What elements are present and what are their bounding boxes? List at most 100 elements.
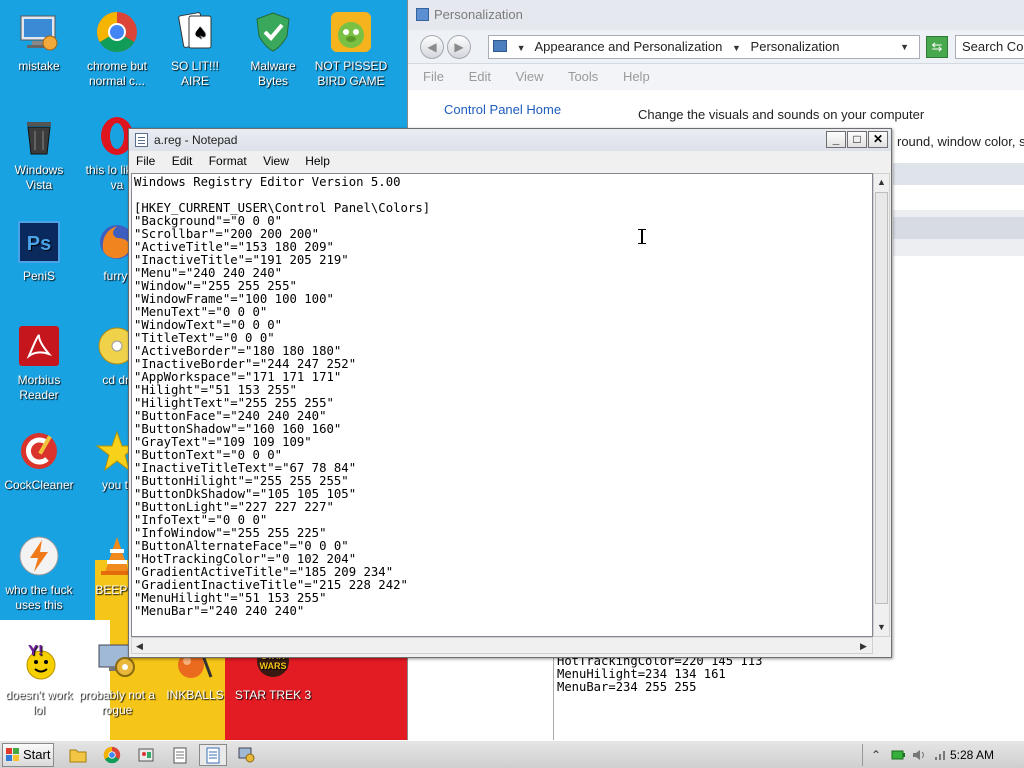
menu-edit[interactable]: Edit <box>172 154 193 168</box>
notepad-title-bar[interactable]: a.reg - Notepad _ □ ✕ <box>129 129 891 151</box>
section-band <box>893 163 1024 185</box>
start-label: Start <box>23 747 51 762</box>
search-input[interactable]: Search Con <box>955 35 1024 59</box>
notepad-icon <box>135 133 148 147</box>
background-text-document: HotTrackingColor=220 145 113 MenuHilight… <box>553 652 1024 740</box>
desktop-icon-chrome[interactable]: chrome but normal c... <box>78 8 156 89</box>
chevron-down-icon[interactable]: ▼ <box>732 43 741 53</box>
yahoo-messenger-icon: Y! <box>15 637 63 685</box>
menu-edit[interactable]: Edit <box>469 69 491 84</box>
back-button[interactable]: ◀ <box>420 35 444 59</box>
desktop-icon-yahoo-messenger[interactable]: Y! doesn't work lol <box>0 637 78 718</box>
resize-grip[interactable] <box>873 637 890 654</box>
address-dropdown-icon[interactable]: ▼ <box>900 42 909 52</box>
taskbar-clock[interactable]: 5:28 AM <box>950 748 994 762</box>
desktop-icon-malwarebytes[interactable]: Malware Bytes <box>234 8 312 89</box>
desktop-icon-solitaire[interactable]: ♠ SO LIT!!! AIRE <box>156 8 234 89</box>
notepad-icon <box>173 747 187 764</box>
maximize-button[interactable]: □ <box>847 131 867 148</box>
taskbar-control-panel-button[interactable] <box>233 744 261 766</box>
desktop-icon-ccleaner[interactable]: CockCleaner <box>0 427 78 493</box>
address-bar-row: ◀ ▶ ▼ Appearance and Personalization ▼ P… <box>408 30 1024 64</box>
solitaire-icon: ♠ <box>171 8 219 56</box>
horizontal-scrollbar[interactable]: ◀ ▶ <box>131 637 873 654</box>
chevron-down-icon[interactable]: ▼ <box>517 43 526 53</box>
notepad-window[interactable]: a.reg - Notepad _ □ ✕ File Edit Format V… <box>128 128 892 658</box>
desktop-icon-morbius-reader[interactable]: Morbius Reader <box>0 322 78 403</box>
taskbar-notepad-button[interactable] <box>166 744 194 766</box>
forward-button[interactable]: ▶ <box>447 35 471 59</box>
breadcrumb-item[interactable]: Appearance and Personalization <box>534 39 722 54</box>
show-hidden-icons-icon[interactable]: ⌃ <box>867 746 885 764</box>
refresh-button[interactable]: ⇆ <box>926 36 948 58</box>
lightning-icon <box>15 532 63 580</box>
volume-icon[interactable] <box>910 746 928 764</box>
pdf-reader-icon <box>15 322 63 370</box>
svg-text:Ps: Ps <box>27 233 51 255</box>
menu-help[interactable]: Help <box>305 154 330 168</box>
network-icon[interactable] <box>931 746 949 764</box>
menu-tools[interactable]: Tools <box>568 69 598 84</box>
menu-file[interactable]: File <box>136 154 155 168</box>
notepad-title: a.reg - Notepad <box>154 133 238 147</box>
computer-icon <box>15 8 63 56</box>
desktop-icon-label: doesn't work lol <box>5 688 73 717</box>
menu-file[interactable]: File <box>423 69 444 84</box>
window-title: Personalization <box>434 7 523 22</box>
notepad-menu-bar: File Edit Format View Help <box>129 151 891 171</box>
scroll-down-icon[interactable]: ▼ <box>874 619 889 636</box>
desktop-icon-photoshop[interactable]: Ps PeniS <box>0 218 78 284</box>
scrollbar-thumb[interactable] <box>875 192 888 604</box>
desktop-icon-windows-vista[interactable]: Windows Vista <box>0 112 78 193</box>
registry-file-content[interactable]: Windows Registry Editor Version 5.00 [HK… <box>132 174 872 618</box>
taskbar-explorer-button[interactable] <box>64 744 92 766</box>
svg-text:WARS: WARS <box>260 661 287 671</box>
bird-game-icon <box>327 8 375 56</box>
chrome-icon <box>93 8 141 56</box>
chrome-icon <box>103 746 121 764</box>
scroll-up-icon[interactable]: ▲ <box>874 174 889 191</box>
partial-link-text[interactable]: round, window color, s <box>897 134 1024 149</box>
taskbar-paint-button[interactable] <box>132 744 160 766</box>
ccleaner-icon <box>15 427 63 475</box>
desktop-icon-label: probably not a rogue <box>78 688 156 717</box>
vertical-scrollbar[interactable]: ▲ ▼ <box>873 173 890 637</box>
taskbar-chrome-button[interactable] <box>98 744 126 766</box>
minimize-button[interactable]: _ <box>826 131 846 148</box>
menu-help[interactable]: Help <box>623 69 650 84</box>
desktop-icon-label: Morbius Reader <box>17 373 61 402</box>
desktop-icon-label: Malware Bytes <box>250 59 296 88</box>
desktop-icon-label: STAR TREK 3 <box>234 688 312 702</box>
desktop-icon-label: NOT PISSED BIRD GAME <box>314 59 388 88</box>
text-editor-area[interactable]: Windows Registry Editor Version 5.00 [HK… <box>131 173 873 637</box>
menu-view[interactable]: View <box>263 154 289 168</box>
scroll-left-icon[interactable]: ◀ <box>132 638 147 655</box>
scroll-right-icon[interactable]: ▶ <box>856 638 871 655</box>
personalization-menu-bar: File Edit View Tools Help <box>408 64 1024 90</box>
personalization-title-bar[interactable]: Personalization <box>408 0 1024 30</box>
tray-separator <box>862 744 863 766</box>
taskbar-notepad-active-button[interactable] <box>199 744 227 766</box>
document-icon <box>206 747 220 764</box>
photoshop-icon: Ps <box>15 218 63 266</box>
menu-format[interactable]: Format <box>209 154 247 168</box>
desktop-icon-label: PeniS <box>22 269 56 283</box>
desktop-icon-label: SO LIT!!! AIRE <box>170 59 219 88</box>
desktop-icon-lightning[interactable]: who the fuck uses this <box>0 532 78 613</box>
menu-view[interactable]: View <box>516 69 544 84</box>
desktop-icon-bird-game[interactable]: NOT PISSED BIRD GAME <box>312 8 390 89</box>
svg-text:Y!: Y! <box>28 642 43 659</box>
section-band <box>893 217 1024 239</box>
svg-text:♠: ♠ <box>193 23 207 42</box>
desktop-icon-label: mistake <box>18 59 60 73</box>
desktop-icon-mistake[interactable]: mistake <box>0 8 78 74</box>
battery-icon[interactable] <box>889 746 907 764</box>
address-bar[interactable]: ▼ Appearance and Personalization ▼ Perso… <box>488 35 920 59</box>
control-panel-home-link[interactable]: Control Panel Home <box>444 102 561 117</box>
start-button[interactable]: Start <box>2 743 54 767</box>
windows-logo-icon <box>6 748 19 761</box>
breadcrumb-item[interactable]: Personalization <box>751 39 840 54</box>
desktop-icon-label: INKBALLS <box>166 688 224 702</box>
taskbar: Start ⌃ 5:28 AM <box>0 740 1024 768</box>
close-button[interactable]: ✕ <box>868 131 888 148</box>
